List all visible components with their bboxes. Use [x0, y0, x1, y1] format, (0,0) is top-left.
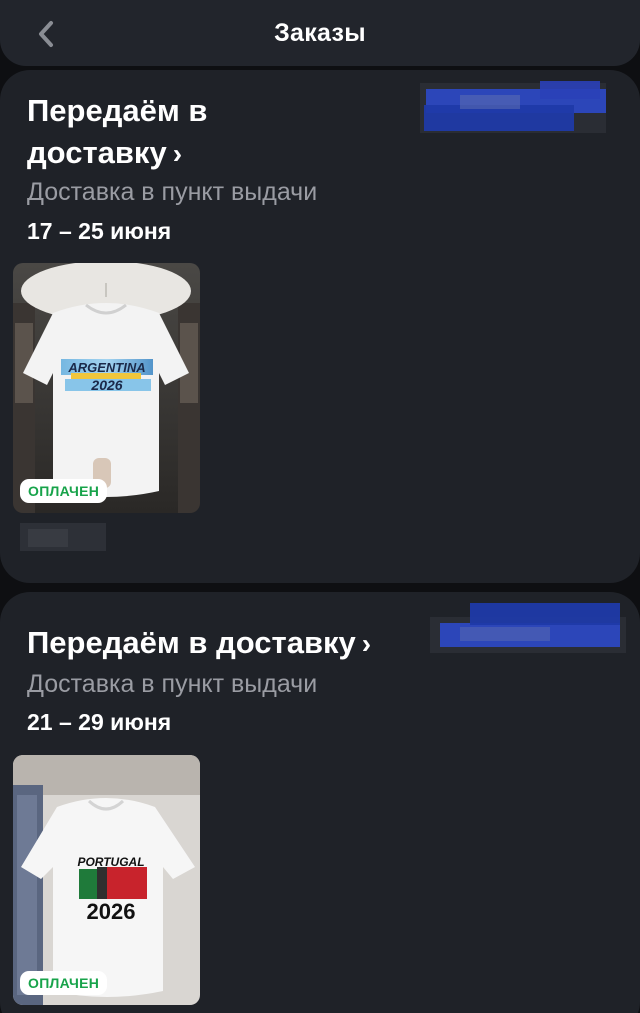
paid-badge: ОПЛАЧЕН: [20, 479, 108, 503]
print-year: 2026: [87, 899, 136, 924]
order-status-link[interactable]: Передаём в доставку ›: [27, 90, 307, 175]
orders-screen: Заказы Передаём в доставку › Доставка в п…: [0, 0, 640, 1013]
page-title: Заказы: [274, 19, 366, 47]
print-year: 2026: [90, 377, 122, 393]
redacted-area: [430, 597, 626, 657]
chevron-right-icon: ›: [172, 138, 183, 169]
product-image[interactable]: ARGENTINA 2026 ОПЛАЧЕН: [13, 263, 200, 513]
tshirt-photo: PORTUGAL 2026: [13, 755, 200, 1005]
tshirt-photo: ARGENTINA 2026: [13, 263, 200, 513]
order-card[interactable]: Передаём в доставку › Доставка в пункт вы…: [0, 70, 640, 583]
redacted-area: [420, 75, 606, 137]
redacted-area: [20, 517, 106, 555]
chevron-right-icon: ›: [361, 628, 372, 659]
delivery-type: Доставка в пункт выдачи: [27, 178, 318, 206]
delivery-type: Доставка в пункт выдачи: [27, 670, 318, 698]
top-bar: Заказы: [0, 0, 640, 66]
product-image[interactable]: PORTUGAL 2026 ОПЛАЧЕН: [13, 755, 200, 1005]
delivery-dates: 17 – 25 июня: [27, 218, 172, 244]
order-card[interactable]: Передаём в доставку › Доставка в пункт вы…: [0, 592, 640, 1013]
print-text: PORTUGAL: [77, 855, 144, 869]
paid-badge: ОПЛАЧЕН: [20, 971, 108, 995]
order-status: Передаём в доставку: [27, 625, 356, 660]
print-text: ARGENTINA: [67, 360, 145, 375]
order-status-link[interactable]: Передаём в доставку ›: [27, 622, 371, 665]
delivery-dates: 21 – 29 июня: [27, 709, 172, 735]
